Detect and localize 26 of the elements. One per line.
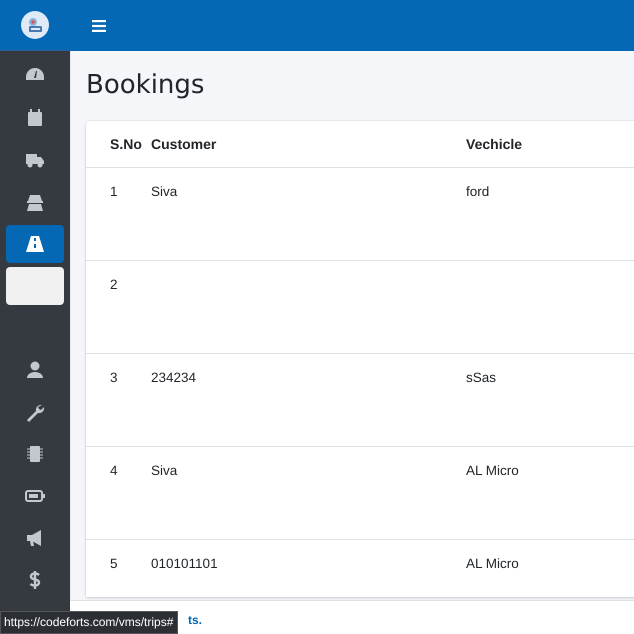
table-cell: 234234 [151,370,196,384]
table-cell: Siva [151,184,178,198]
column-header: S.No [110,136,142,152]
menu-icon[interactable] [92,20,106,32]
menu-item[interactable] [6,225,64,263]
table-cell: 4 [110,462,118,478]
road-icon [25,234,45,254]
table-cell: sSas [466,370,496,384]
column-header: Customer [151,136,216,152]
chip-icon [25,444,45,464]
table-cell: 3 [110,370,118,384]
table-cell: 5 [110,556,118,570]
table-cell: 2 [110,276,118,292]
status-url-tooltip: https://codeforts.com/vms/trips# [0,611,178,634]
wrench-icon [25,402,45,422]
footer-link[interactable]: ts. [188,612,202,626]
user-icon [25,360,45,380]
table-cell: 010101101 [151,556,218,570]
column-header: Vechicle [466,136,522,152]
page-title: Bookings [86,69,206,101]
table-cell: AL Micro [466,462,519,478]
table-cell: ford [466,184,490,198]
table-cell: Siva [151,462,178,478]
table-cell: AL Micro [466,556,519,570]
calendar-icon [25,108,45,128]
table-cell: 1 [110,184,118,198]
